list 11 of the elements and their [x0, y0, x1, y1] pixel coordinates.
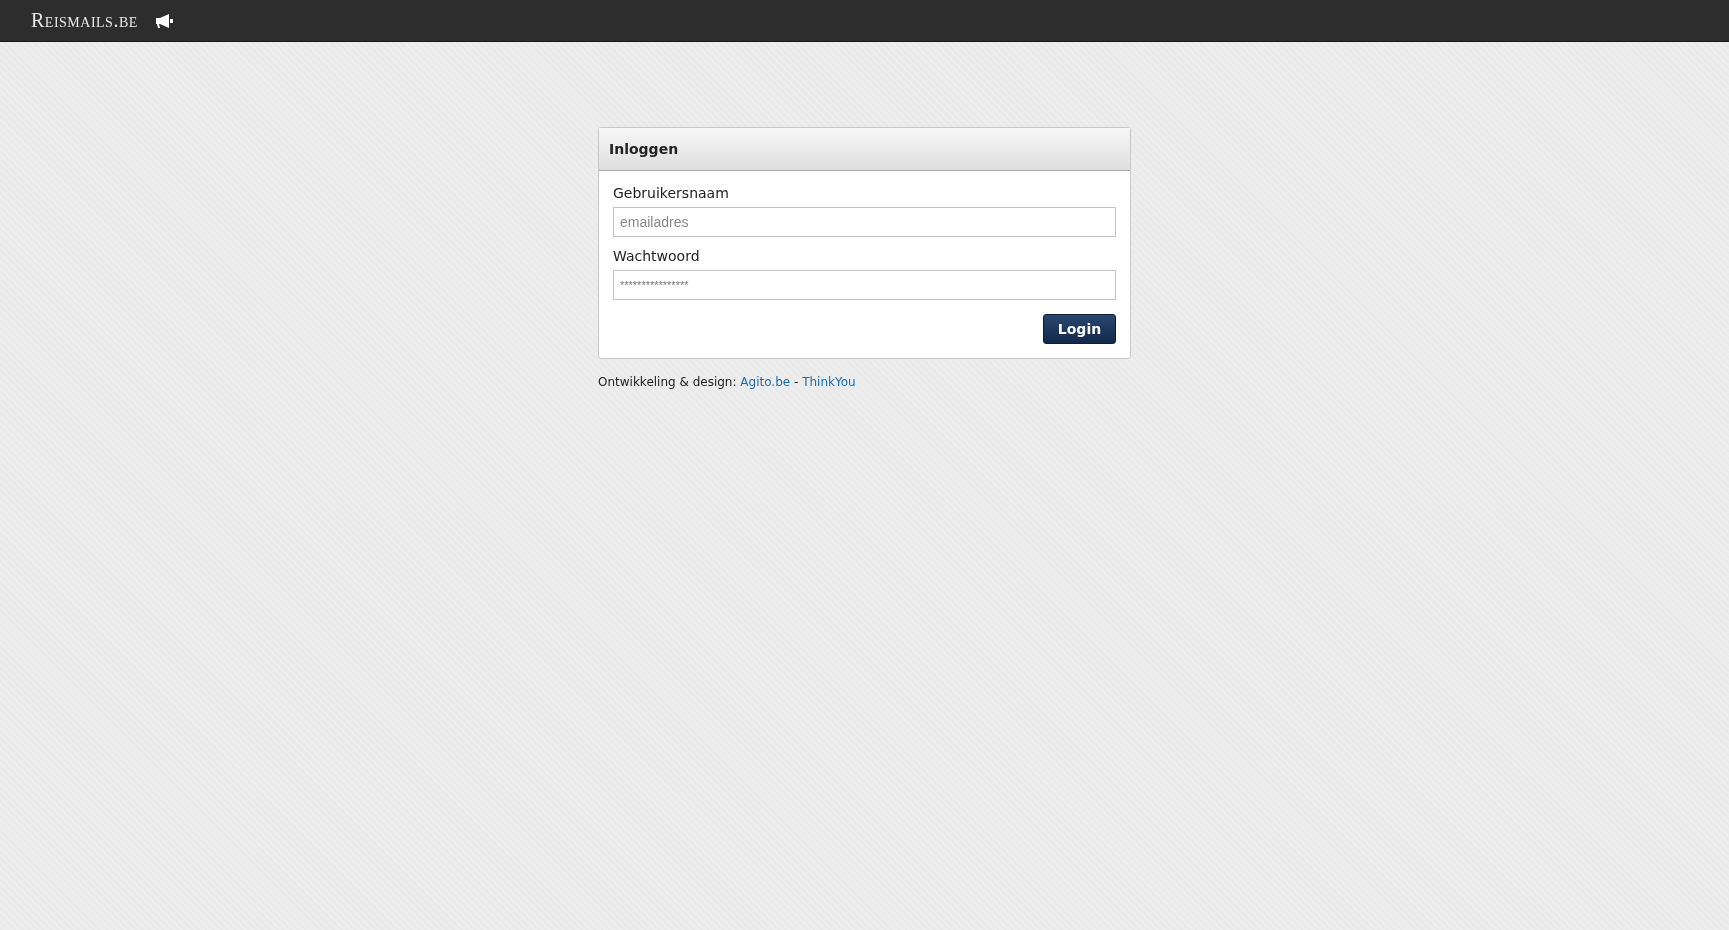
- site-logo[interactable]: Reismails.be: [31, 9, 138, 32]
- credits-text: Ontwikkeling & design: Agito.be - ThinkYou: [598, 375, 856, 389]
- email-field[interactable]: emailadres: [613, 207, 1116, 237]
- panel-title: Inloggen: [609, 141, 679, 157]
- megaphone-icon: [153, 12, 174, 29]
- password-field[interactable]: ****************: [613, 270, 1116, 300]
- field-label: Wachtwoord: [613, 248, 701, 264]
- login-button[interactable]: Login: [1043, 314, 1116, 344]
- credit-link[interactable]: Agito.be: [740, 375, 791, 389]
- credit-link[interactable]: ThinkYou: [802, 375, 856, 389]
- field-label: Gebruikersnaam: [613, 185, 730, 201]
